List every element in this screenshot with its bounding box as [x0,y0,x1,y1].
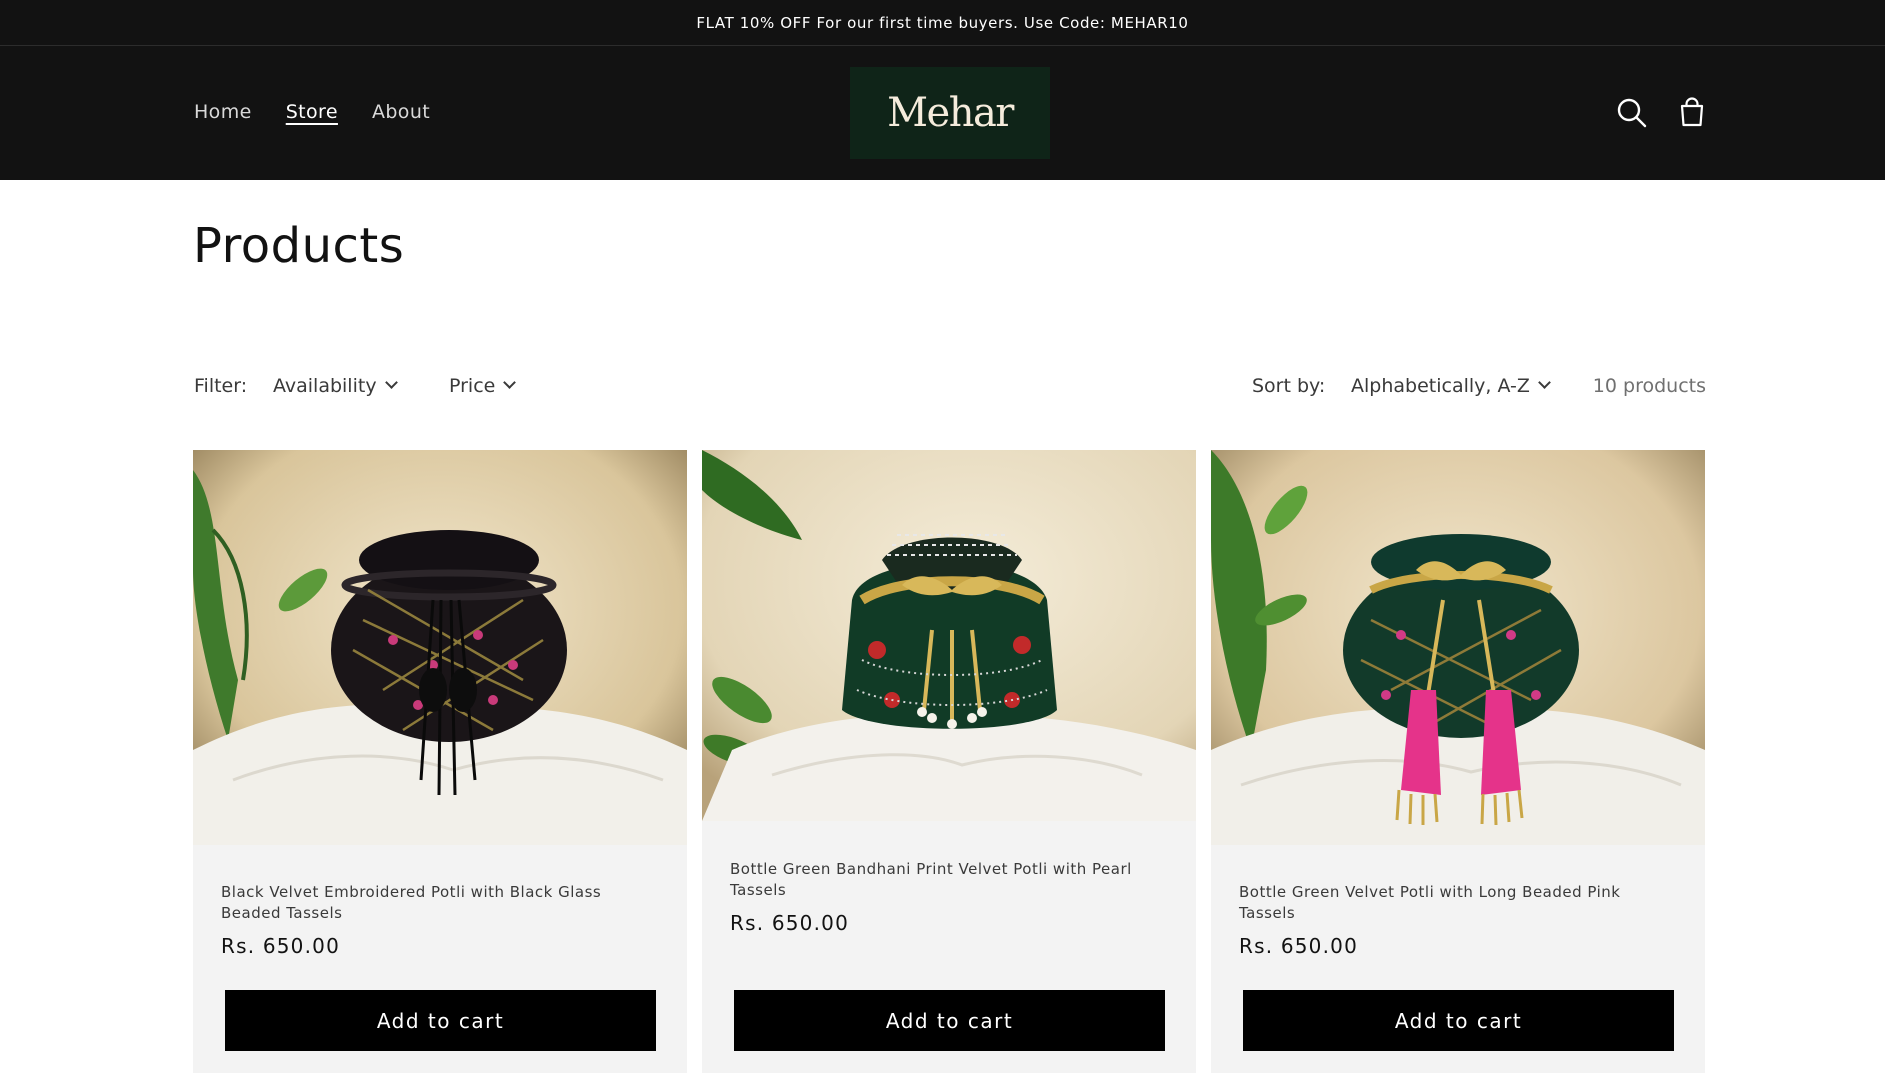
product-card[interactable]: Bottle Green Velvet Potli with Long Bead… [1211,450,1705,1073]
availability-filter[interactable]: Availability [273,375,398,397]
product-info: Black Velvet Embroidered Potli with Blac… [221,882,659,958]
product-count: 10 products [1592,375,1706,397]
product-info: Bottle Green Velvet Potli with Long Bead… [1239,882,1677,958]
chevron-down-icon [1538,376,1551,389]
price-filter[interactable]: Price [449,375,517,397]
product-price: Rs. 650.00 [1239,934,1359,958]
price-filter-label: Price [449,375,496,397]
product-price: Rs. 650.00 [730,911,850,935]
announcement-bar: FLAT 10% OFF For our first time buyers. … [0,0,1885,46]
logo-text: Mehar [887,90,1014,136]
sort-select-value: Alphabetically, A-Z [1351,375,1530,397]
site-header: Home Store About Mehar [0,46,1885,180]
announcement-text: FLAT 10% OFF For our first time buyers. … [696,13,1189,32]
page-title: Products [193,218,405,274]
availability-filter-label: Availability [273,375,377,397]
chevron-down-icon [503,376,517,389]
product-name[interactable]: Bottle Green Velvet Potli with Long Bead… [1239,882,1677,924]
product-card[interactable]: Black Velvet Embroidered Potli with Blac… [193,450,687,1073]
nav-store[interactable]: Store [286,101,338,123]
add-to-cart-button[interactable]: Add to cart [225,990,656,1051]
filter-bar: Filter: Availability Price Sort by: Alph… [194,372,1706,402]
search-icon[interactable] [1614,95,1650,131]
nav-about[interactable]: About [372,101,430,123]
add-to-cart-button[interactable]: Add to cart [1243,990,1674,1051]
product-image[interactable] [193,450,687,845]
add-to-cart-button[interactable]: Add to cart [734,990,1165,1051]
sort-select[interactable]: Alphabetically, A-Z [1351,375,1551,397]
chevron-down-icon [384,376,398,389]
product-name[interactable]: Bottle Green Bandhani Print Velvet Potli… [730,859,1168,901]
brand-logo[interactable]: Mehar [850,67,1050,159]
product-price: Rs. 650.00 [221,934,341,958]
product-image[interactable] [1211,450,1705,845]
nav-home[interactable]: Home [194,101,252,123]
product-name[interactable]: Black Velvet Embroidered Potli with Blac… [221,882,659,924]
main-nav: Home Store About [194,101,430,123]
product-image[interactable] [702,450,1196,821]
product-info: Bottle Green Bandhani Print Velvet Potli… [730,859,1168,935]
product-card[interactable]: Bottle Green Bandhani Print Velvet Potli… [702,450,1196,1073]
cart-icon[interactable] [1674,95,1710,131]
filter-label: Filter: [194,375,248,397]
sort-label: Sort by: [1252,375,1326,397]
